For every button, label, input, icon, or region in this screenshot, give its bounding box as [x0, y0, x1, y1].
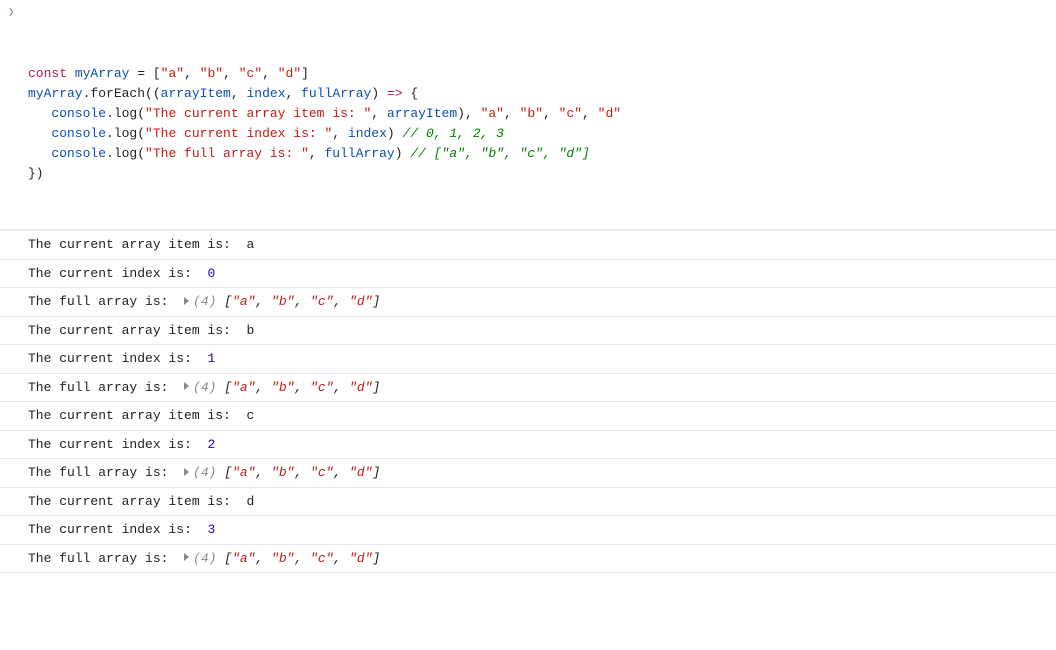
log-row-array: The full array is: (4) ["a", "b", "c", "…: [0, 374, 1056, 403]
disclosure-triangle-icon[interactable]: [184, 297, 189, 305]
disclosure-triangle-icon[interactable]: [184, 382, 189, 390]
tail-c: "c": [559, 106, 582, 121]
array-preview[interactable]: (4) ["a", "b", "c", "d"]: [193, 380, 380, 395]
tail-a: "a": [481, 106, 504, 121]
var-myArray: myArray: [75, 66, 130, 81]
close-fn: }): [28, 166, 44, 181]
param-index: index: [246, 86, 285, 101]
log-label: The full array is:: [28, 465, 184, 480]
disclosure-triangle-icon[interactable]: [184, 553, 189, 561]
log-row-index: The current index is: 0: [0, 260, 1056, 289]
log-value-item: d: [246, 494, 254, 509]
log-row-index: The current index is: 3: [0, 516, 1056, 545]
comment-line3: // ["a", "b", "c", "d"]: [410, 146, 589, 161]
arr-lit-2: "c": [239, 66, 262, 81]
log-value-index: 1: [207, 351, 215, 366]
log-fn-2: log: [114, 126, 137, 141]
console-panel: ❯ const myArray = ["a", "b", "c", "d"] m…: [0, 0, 1056, 573]
log-row-item: The current array item is: a: [0, 230, 1056, 260]
console-ref-3: console: [51, 146, 106, 161]
log-label: The current array item is:: [28, 323, 246, 338]
tail-d: "d": [598, 106, 621, 121]
keyword-const: const: [28, 66, 67, 81]
log-label: The current array item is:: [28, 237, 246, 252]
log-row-array: The full array is: (4) ["a", "b", "c", "…: [0, 288, 1056, 317]
fn-forEach: forEach: [90, 86, 145, 101]
op-assign: =: [129, 66, 152, 81]
console-output: The current array item is: aThe current …: [0, 230, 1056, 573]
console-input-block[interactable]: ❯ const myArray = ["a", "b", "c", "d"] m…: [0, 0, 1056, 230]
log-value-item: b: [246, 323, 254, 338]
disclosure-triangle-icon[interactable]: [184, 468, 189, 476]
arr-lit-1: "b": [200, 66, 223, 81]
arg-index: index: [348, 126, 387, 141]
log-label: The full array is:: [28, 551, 184, 566]
code-block: const myArray = ["a", "b", "c", "d"] myA…: [28, 64, 1048, 185]
log-label: The current index is:: [28, 522, 207, 537]
log-value-index: 0: [207, 266, 215, 281]
input-chevron-icon: ❯: [8, 5, 15, 22]
tail-b: "b": [520, 106, 543, 121]
log-fn-1: log: [114, 106, 137, 121]
str-line2: "The current index is: ": [145, 126, 332, 141]
log-row-item: The current array item is: d: [0, 488, 1056, 517]
log-value-item: a: [246, 237, 254, 252]
log-fn-3: log: [114, 146, 137, 161]
log-label: The current index is:: [28, 351, 207, 366]
log-label: The current index is:: [28, 437, 207, 452]
log-label: The full array is:: [28, 380, 184, 395]
str-line1: "The current array item is: ": [145, 106, 371, 121]
log-row-item: The current array item is: c: [0, 402, 1056, 431]
array-preview[interactable]: (4) ["a", "b", "c", "d"]: [193, 465, 380, 480]
log-label: The current array item is:: [28, 408, 246, 423]
comment-line2: // 0, 1, 2, 3: [403, 126, 504, 141]
param-arrayItem: arrayItem: [161, 86, 231, 101]
log-row-array: The full array is: (4) ["a", "b", "c", "…: [0, 545, 1056, 574]
arr-lit-3: "d": [278, 66, 301, 81]
arg-arrayItem: arrayItem: [387, 106, 457, 121]
arg-fullArray: fullArray: [325, 146, 395, 161]
param-fullArray: fullArray: [301, 86, 371, 101]
log-label: The current array item is:: [28, 494, 246, 509]
array-preview[interactable]: (4) ["a", "b", "c", "d"]: [193, 294, 380, 309]
var-myArray-2: myArray: [28, 86, 83, 101]
arr-lit-0: "a": [161, 66, 184, 81]
console-ref-2: console: [51, 126, 106, 141]
log-label: The current index is:: [28, 266, 207, 281]
log-row-index: The current index is: 2: [0, 431, 1056, 460]
close-bracket: ]: [301, 66, 309, 81]
log-label: The full array is:: [28, 294, 184, 309]
str-line3: "The full array is: ": [145, 146, 309, 161]
log-row-index: The current index is: 1: [0, 345, 1056, 374]
log-value-index: 3: [207, 522, 215, 537]
log-row-item: The current array item is: b: [0, 317, 1056, 346]
arrow-fn: =>: [387, 86, 403, 101]
log-value-item: c: [246, 408, 254, 423]
log-value-index: 2: [207, 437, 215, 452]
open-bracket: [: [153, 66, 161, 81]
log-row-array: The full array is: (4) ["a", "b", "c", "…: [0, 459, 1056, 488]
array-preview[interactable]: (4) ["a", "b", "c", "d"]: [193, 551, 380, 566]
console-ref-1: console: [51, 106, 106, 121]
